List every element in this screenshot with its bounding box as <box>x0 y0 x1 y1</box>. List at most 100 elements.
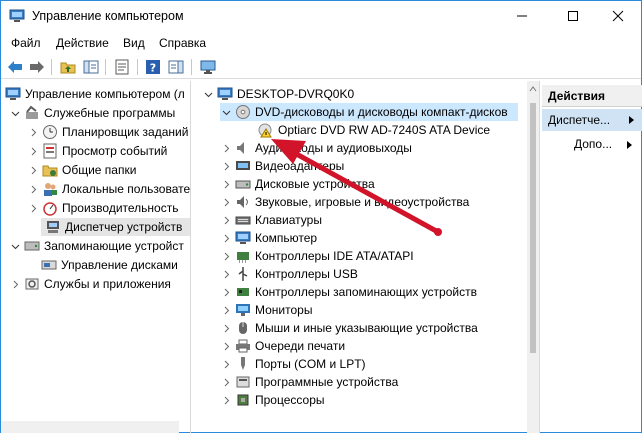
chevron-right-icon[interactable] <box>27 145 39 157</box>
chevron-down-icon[interactable] <box>9 240 21 252</box>
device-category-sound[interactable]: Звуковые, игровые и видеоустройства <box>220 193 469 211</box>
device-category-usb[interactable]: Контроллеры USB <box>220 265 358 283</box>
chevron-right-icon[interactable] <box>220 142 232 154</box>
more-actions-link[interactable]: Допо... <box>574 137 612 151</box>
chevron-right-icon[interactable] <box>220 250 232 262</box>
chevron-right-icon[interactable] <box>27 202 39 214</box>
chevron-right-icon[interactable] <box>220 286 232 298</box>
chevron-right-icon[interactable] <box>220 376 232 388</box>
menu-file[interactable]: Файл <box>11 36 41 50</box>
software-device-icon <box>235 374 251 390</box>
chevron-down-icon[interactable] <box>202 88 214 100</box>
scrollbar-thumb[interactable] <box>530 103 536 353</box>
tree-item-event-viewer[interactable]: Просмотр событий <box>27 142 167 160</box>
services-icon <box>24 276 40 292</box>
close-button[interactable] <box>595 1 641 31</box>
tree-item-disk-management[interactable]: Управление дисками <box>41 256 178 274</box>
chevron-right-icon[interactable] <box>220 196 232 208</box>
actions-header: Действия <box>542 85 642 107</box>
toolbar: ? <box>1 55 641 79</box>
tree-item-local-users[interactable]: Локальные пользовате <box>27 180 190 198</box>
show-action-pane-icon[interactable] <box>167 58 185 76</box>
usb-icon <box>235 266 251 282</box>
chevron-right-icon[interactable] <box>9 278 21 290</box>
collapse-arrow-icon[interactable] <box>628 115 636 125</box>
chevron-down-icon[interactable] <box>220 106 232 118</box>
device-tree-root[interactable]: DESKTOP-DVRQ0K0 <box>202 85 354 103</box>
chevron-right-icon[interactable] <box>27 183 39 195</box>
back-arrow-icon[interactable] <box>6 58 24 76</box>
monitor-icon[interactable] <box>199 58 217 76</box>
device-category-processors[interactable]: Процессоры <box>220 391 325 409</box>
tree-item-system-tools[interactable]: Служебные программы <box>9 104 175 122</box>
device-category-audio-io[interactable]: Аудиовходы и аудиовыходы <box>220 139 412 157</box>
menu-action[interactable]: Действие <box>56 36 109 50</box>
chevron-right-icon[interactable] <box>220 160 232 172</box>
device-category-monitors[interactable]: Мониторы <box>220 301 312 319</box>
device-category-computer[interactable]: Компьютер <box>220 229 317 247</box>
keyboard-icon <box>235 212 251 228</box>
tree-item-device-manager[interactable]: Диспетчер устройств <box>41 218 190 236</box>
event-log-icon <box>42 143 58 159</box>
tree-item-task-scheduler[interactable]: Планировщик заданий <box>27 123 188 141</box>
properties-icon[interactable] <box>113 58 131 76</box>
tree-item-performance[interactable]: Производительность <box>27 199 178 217</box>
up-folder-icon[interactable] <box>59 58 77 76</box>
chevron-right-icon[interactable] <box>27 126 39 138</box>
device-category-software[interactable]: Программные устройства <box>220 373 398 391</box>
dvd-drive-icon <box>235 104 251 120</box>
menu-view[interactable]: Вид <box>123 36 145 50</box>
chevron-right-icon[interactable] <box>220 214 232 226</box>
controller-icon <box>235 248 251 264</box>
device-category-video[interactable]: Видеоадаптеры <box>220 157 344 175</box>
tree-item-shared-folders[interactable]: Общие папки <box>27 161 136 179</box>
storage-icon <box>24 238 40 254</box>
forward-arrow-icon[interactable] <box>28 58 46 76</box>
tree-item-storage[interactable]: Запоминающие устройст <box>9 237 184 255</box>
vertical-scrollbar[interactable] <box>527 81 539 433</box>
submenu-arrow-icon[interactable] <box>626 140 634 150</box>
clock-icon <box>42 124 58 140</box>
computer-management-icon <box>9 9 25 23</box>
minimize-button[interactable] <box>499 1 545 31</box>
chevron-right-icon[interactable] <box>220 178 232 190</box>
disk-drive-icon <box>235 176 251 192</box>
horizontal-scrollbar[interactable] <box>1 421 179 433</box>
chevron-right-icon[interactable] <box>27 164 39 176</box>
chevron-right-icon[interactable] <box>220 232 232 244</box>
storage-controller-icon <box>235 284 251 300</box>
chevron-right-icon[interactable] <box>220 268 232 280</box>
actions-selected-item[interactable]: Диспетче... <box>542 109 642 131</box>
maximize-button[interactable] <box>550 1 596 31</box>
help-icon[interactable]: ? <box>144 58 162 76</box>
chevron-down-icon[interactable] <box>9 107 21 119</box>
chevron-right-icon[interactable] <box>220 340 232 352</box>
chevron-right-icon[interactable] <box>220 394 232 406</box>
device-category-mice[interactable]: Мыши и иные указывающие устройства <box>220 319 478 337</box>
display-adapter-icon <box>235 158 251 174</box>
device-optiarc-dvd[interactable]: Optiarc DVD RW AD-7240S ATA Device <box>258 121 490 139</box>
device-category-disk[interactable]: Дисковые устройства <box>220 175 375 193</box>
tree-root-computer-management[interactable]: Управление компьютером (л <box>5 85 185 103</box>
device-category-print-queues[interactable]: Очереди печати <box>220 337 345 355</box>
computer-management-icon <box>5 86 21 102</box>
port-icon <box>235 356 251 372</box>
title-bar: Управление компьютером <box>1 1 641 31</box>
device-category-ports[interactable]: Порты (COM и LPT) <box>220 355 366 373</box>
tools-icon <box>24 105 40 121</box>
chevron-right-icon[interactable] <box>220 358 232 370</box>
chevron-right-icon[interactable] <box>220 304 232 316</box>
disk-management-icon <box>41 257 57 273</box>
menu-help[interactable]: Справка <box>159 36 206 50</box>
chevron-right-icon[interactable] <box>220 322 232 334</box>
computer-icon <box>235 230 251 246</box>
device-category-keyboards[interactable]: Клавиатуры <box>220 211 322 229</box>
device-category-storage-controllers[interactable]: Контроллеры запоминающих устройств <box>220 283 477 301</box>
show-hide-tree-icon[interactable] <box>82 58 100 76</box>
monitor-icon <box>235 302 251 318</box>
tree-item-services-apps[interactable]: Службы и приложения <box>9 275 171 293</box>
warning-dvd-icon <box>258 122 274 138</box>
device-category-ide[interactable]: Контроллеры IDE ATA/ATAPI <box>220 247 414 265</box>
device-category-dvd[interactable]: DVD-дисководы и дисководы компакт-дисков <box>220 103 518 121</box>
device-tree: DESKTOP-DVRQ0K0 DVD-дисководы и дисковод… <box>194 81 540 433</box>
